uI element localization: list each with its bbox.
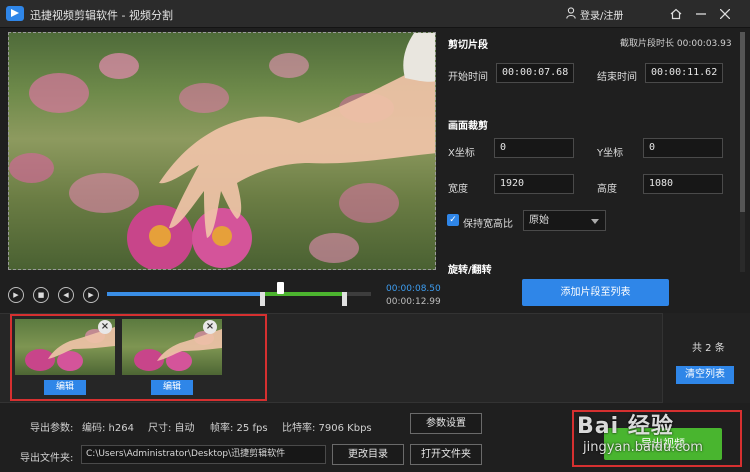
playhead-handle[interactable] (277, 282, 284, 294)
y-coord-input[interactable]: 0 (643, 138, 723, 158)
next-frame-icon[interactable]: ▶ (83, 287, 99, 303)
export-highlight (572, 410, 742, 467)
edit-clip-button[interactable]: 编辑 (44, 380, 86, 395)
login-register-link[interactable]: 登录/注册 (580, 7, 623, 22)
selection-start-handle[interactable] (260, 292, 265, 306)
size-value: 尺寸: 自动 (148, 423, 195, 434)
total-time: 00:00:12.99 (386, 297, 441, 307)
keep-ratio-checkbox[interactable]: ✓ (447, 214, 459, 226)
ratio-select[interactable]: 原始 (523, 210, 606, 231)
clip-duration-label: 截取片段时长 00:00:03.93 (620, 39, 732, 49)
play-icon[interactable]: ▶ (8, 287, 24, 303)
crop-section-title: 画面裁剪 (448, 121, 488, 132)
clip-section-title: 剪切片段 (448, 40, 488, 51)
params-settings-button[interactable]: 参数设置 (410, 413, 482, 434)
user-icon[interactable] (566, 7, 576, 19)
stop-icon[interactable]: ■ (33, 287, 49, 303)
home-icon[interactable] (667, 5, 685, 23)
start-time-label: 开始时间 (448, 72, 488, 83)
panel-scrollbar-thumb[interactable] (740, 32, 745, 212)
fps-value: 帧率: 25 fps (210, 423, 268, 434)
start-time-input[interactable]: 00:00:07.68 (496, 63, 574, 83)
open-folder-button[interactable]: 打开文件夹 (410, 444, 482, 465)
end-time-label: 结束时间 (597, 72, 637, 83)
remove-clip-icon[interactable]: × (98, 320, 112, 334)
height-label: 高度 (597, 184, 617, 195)
end-time-input[interactable]: 00:00:11.62 (645, 63, 723, 83)
remove-clip-icon[interactable]: × (203, 320, 217, 334)
close-icon[interactable] (716, 5, 734, 23)
x-coord-label: X坐标 (448, 148, 475, 159)
app-logo-icon (6, 6, 24, 21)
add-clip-button[interactable]: 添加片段至列表 (522, 279, 669, 306)
minimize-icon[interactable] (692, 5, 710, 23)
clip-count: 共 2 条 (692, 343, 725, 354)
export-params-label: 导出参数: (30, 423, 74, 434)
width-label: 宽度 (448, 184, 468, 195)
bitrate-value: 比特率: 7906 Kbps (282, 423, 372, 434)
clear-list-button[interactable]: 清空列表 (676, 366, 734, 384)
timeline-played (107, 292, 280, 296)
height-input[interactable]: 1080 (643, 174, 723, 194)
x-coord-input[interactable]: 0 (494, 138, 574, 158)
change-directory-button[interactable]: 更改目录 (332, 444, 404, 465)
keep-ratio-label: 保持宽高比 (463, 219, 513, 230)
current-time: 00:00:08.50 (386, 284, 441, 294)
y-coord-label: Y坐标 (597, 148, 624, 159)
export-folder-label: 导出文件夹: (20, 453, 74, 464)
timeline-selection (263, 292, 344, 296)
selection-end-handle[interactable] (342, 292, 347, 306)
prev-frame-icon[interactable]: ◀ (58, 287, 74, 303)
codec-value: 编码: h264 (82, 423, 134, 434)
export-folder-path[interactable]: C:\Users\Administrator\Desktop\迅捷剪辑软件 (81, 445, 326, 464)
width-input[interactable]: 1920 (494, 174, 574, 194)
edit-clip-button[interactable]: 编辑 (151, 380, 193, 395)
video-preview (8, 32, 436, 270)
rotate-section-title: 旋转/翻转 (448, 265, 492, 276)
window-title: 迅捷视频剪辑软件 - 视频分割 (30, 9, 173, 22)
clip-list-sidebar (662, 313, 750, 403)
